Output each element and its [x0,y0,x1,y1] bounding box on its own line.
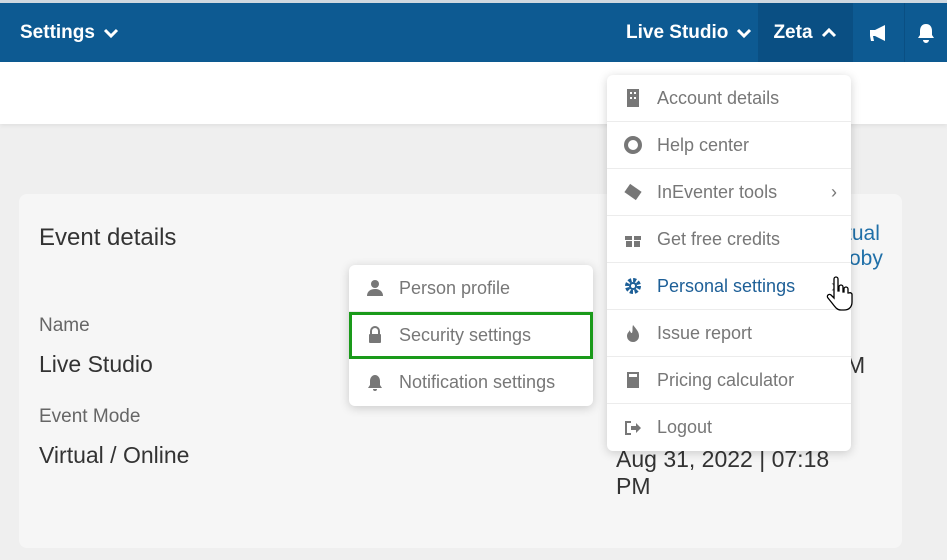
event-dropdown[interactable]: Live Studio [626,3,752,62]
name-label: Name [39,315,90,336]
menu-item-label: Personal settings [657,275,796,296]
gift-icon [623,229,643,249]
menu-item-label: Help center [657,134,750,155]
virtual-lobby-link[interactable]: tual [846,222,880,246]
user-label: Zeta [773,21,813,43]
top-bar: Settings Live Studio Zeta [0,0,947,62]
user-menu: Account details Help center InEventer tool… [607,75,851,451]
menu-item-label: Logout [657,417,713,437]
calculator-icon [623,370,643,390]
menu-item-label: Notification settings [399,372,556,392]
building-icon [623,88,643,108]
mode-value: Virtual / Online [39,442,190,468]
chevron-down-icon [103,28,119,38]
menu-item-label: Account details [657,87,780,108]
menu-item-label: Get free credits [657,228,781,249]
menu-item-label: InEventer tools [657,181,778,202]
fire-icon [623,323,643,343]
menu-item-personal-settings[interactable]: Personal settings› [607,263,851,310]
menu-item-help-center[interactable]: Help center [607,122,851,169]
bell-icon [365,373,385,393]
settings-label: Settings [20,21,95,43]
menu-item-account-details[interactable]: Account details [607,75,851,122]
gear-icon [623,276,643,296]
menu-item-person-profile[interactable]: Person profile [349,265,593,312]
announcements-button[interactable] [852,3,904,62]
date-value-2: PM [616,473,651,499]
menu-item-pricing-calculator[interactable]: Pricing calculator [607,357,851,404]
menu-item-get-free-credits[interactable]: Get free credits [607,216,851,263]
virtual-lobby-link-2[interactable]: oby [849,247,883,271]
menu-item-label: Issue report [657,322,753,343]
menu-item-label: Person profile [399,277,511,298]
lock-icon [365,325,385,345]
settings-dropdown[interactable]: Settings [20,3,119,62]
chevron-down-icon [737,28,752,38]
menu-item-label: Security settings [399,324,532,345]
bell-icon [918,23,934,43]
lifebuoy-icon [623,135,643,155]
event-label: Live Studio [626,21,729,43]
menu-item-issue-report[interactable]: Issue report [607,310,851,357]
mode-label: Event Mode [39,406,141,427]
notifications-button[interactable] [904,3,947,62]
menu-item-logout[interactable]: Logout [607,404,851,451]
personal-settings-submenu: Person profile Security settings Notificat… [349,265,593,406]
hand-cursor-icon [826,276,853,311]
user-icon [365,278,385,298]
logout-icon [623,418,643,438]
megaphone-icon [869,24,885,41]
card-title: Event details [39,224,177,251]
user-dropdown[interactable]: Zeta [758,3,852,62]
menu-item-security-settings[interactable]: Security settings [349,312,593,359]
inevent-logo-icon [623,182,643,202]
name-value: Live Studio [39,351,153,377]
menu-item-label: Pricing calculator [657,369,795,390]
chevron-right-icon: › [831,181,837,202]
menu-item-ineventer-tools[interactable]: InEventer tools › [607,169,851,216]
menu-item-notification-settings[interactable]: Notification settings [349,359,593,406]
chevron-up-icon [821,27,836,37]
